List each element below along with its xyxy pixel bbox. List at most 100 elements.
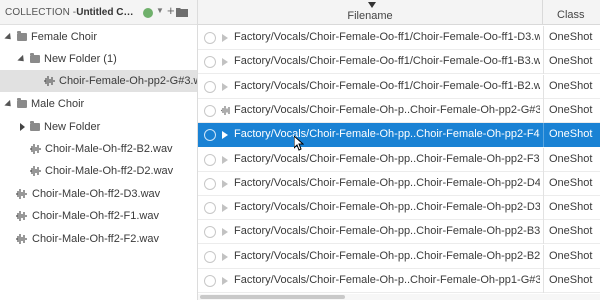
table-row[interactable]: Factory/Vocals/Choir-Female-Oh-p..Choir-…	[198, 99, 600, 123]
filename-cell: Factory/Vocals/Choir-Female-Oh-pp..Choir…	[234, 153, 540, 165]
filename-cell: Factory/Vocals/Choir-Female-Oh-p..Choir-…	[234, 104, 540, 116]
tree-file[interactable]: Choir-Male-Oh-ff2-F2.wav	[0, 228, 197, 250]
tree-folder-male-choir[interactable]: Male Choir	[0, 93, 197, 115]
row-select-radio[interactable]	[204, 251, 216, 263]
table-row[interactable]: Factory/Vocals/Choir-Female-Oo-ff1/Choir…	[198, 50, 600, 74]
class-cell: OneShot	[549, 153, 593, 165]
column-header-class[interactable]: Class	[543, 0, 600, 25]
filename-cell: Factory/Vocals/Choir-Female-Oh-p..Choir-…	[234, 274, 540, 286]
table-header: Filename Class	[198, 0, 600, 25]
tree-item-label: New Folder	[44, 121, 101, 133]
filename-cell: Factory/Vocals/Choir-Female-Oh-pp..Choir…	[234, 250, 540, 262]
column-divider	[543, 26, 544, 50]
row-select-radio[interactable]	[204, 154, 216, 166]
play-icon[interactable]	[222, 277, 228, 285]
tree-item-label: Female Choir	[31, 31, 98, 43]
filename-cell: Factory/Vocals/Choir-Female-Oh-pp..Choir…	[234, 201, 540, 213]
play-icon[interactable]	[222, 253, 228, 261]
class-cell: OneShot	[549, 250, 593, 262]
waveform-icon	[220, 105, 231, 119]
column-divider	[543, 245, 544, 269]
row-select-radio[interactable]	[204, 56, 216, 68]
new-folder-icon[interactable]	[176, 7, 188, 20]
row-select-radio[interactable]	[204, 178, 216, 190]
folder-icon	[30, 121, 40, 131]
column-header-filename[interactable]: Filename	[198, 0, 543, 25]
chevron-down-icon[interactable]: ▼	[156, 6, 164, 15]
filename-cell: Factory/Vocals/Choir-Female-Oh-pp..Choir…	[234, 177, 540, 189]
table-row[interactable]: Factory/Vocals/Choir-Female-Oh-pp..Choir…	[198, 245, 600, 269]
column-header-label: Filename	[347, 10, 393, 22]
play-icon[interactable]	[222, 228, 228, 236]
column-header-label: Class	[557, 9, 585, 21]
table-row[interactable]: Factory/Vocals/Choir-Female-Oh-pp..Choir…	[198, 172, 600, 196]
play-icon[interactable]	[222, 204, 228, 212]
play-icon[interactable]	[222, 34, 228, 42]
expand-arrow-icon[interactable]	[4, 32, 14, 42]
waveform-icon	[16, 189, 27, 202]
tree-folder-female-choir[interactable]: Female Choir	[0, 26, 197, 48]
table-row[interactable]: Factory/Vocals/Choir-Female-Oo-ff1/Choir…	[198, 75, 600, 99]
table-row[interactable]: Factory/Vocals/Choir-Female-Oh-pp..Choir…	[198, 220, 600, 244]
tree-file[interactable]: Choir-Male-Oh-ff2-F1.wav	[0, 205, 197, 227]
class-cell: OneShot	[549, 177, 593, 189]
table-row[interactable]: Factory/Vocals/Choir-Female-Oh-pp..Choir…	[198, 123, 600, 147]
expand-arrow-icon[interactable]	[4, 99, 14, 109]
tree-item-label: Choir-Female-Oh-pp2-G#3.w...	[59, 75, 198, 87]
waveform-icon	[16, 211, 27, 224]
tree-folder-new-folder[interactable]: New Folder	[0, 116, 197, 138]
collection-prefix: COLLECTION -	[5, 6, 77, 18]
scrollbar-thumb[interactable]	[200, 295, 345, 299]
waveform-icon	[30, 166, 41, 179]
filename-cell: Factory/Vocals/Choir-Female-Oh-pp..Choir…	[234, 225, 540, 237]
tree-item-label: Choir-Male-Oh-ff2-F1.wav	[32, 210, 159, 222]
row-select-radio[interactable]	[204, 202, 216, 214]
column-divider	[543, 196, 544, 220]
collection-name[interactable]: Untitled Collection	[76, 7, 138, 18]
tree-file[interactable]: Choir-Male-Oh-ff2-D3.wav	[0, 183, 197, 205]
folder-icon	[17, 31, 27, 41]
row-select-radio[interactable]	[204, 275, 216, 287]
table-row[interactable]: Factory/Vocals/Choir-Female-Oh-pp..Choir…	[198, 196, 600, 220]
tree-item-label: Choir-Male-Oh-ff2-D2.wav	[45, 165, 174, 177]
column-divider	[543, 148, 544, 172]
play-icon[interactable]	[222, 58, 228, 66]
row-select-radio[interactable]	[204, 129, 216, 141]
collection-status-dot[interactable]	[143, 8, 153, 18]
tree-item-label: New Folder (1)	[44, 53, 117, 65]
filename-cell: Factory/Vocals/Choir-Female-Oo-ff1/Choir…	[234, 55, 540, 67]
table-row[interactable]: Factory/Vocals/Choir-Female-Oh-p..Choir-…	[198, 269, 600, 293]
mouse-cursor-icon	[294, 136, 304, 151]
tree-file[interactable]: Choir-Male-Oh-ff2-B2.wav	[0, 138, 197, 160]
play-icon[interactable]	[222, 156, 228, 164]
play-icon[interactable]	[222, 180, 228, 188]
tree-item-label: Choir-Male-Oh-ff2-B2.wav	[45, 143, 173, 155]
row-select-radio[interactable]	[204, 105, 216, 117]
filename-cell: Factory/Vocals/Choir-Female-Oo-ff1/Choir…	[234, 31, 540, 43]
file-table: Filename Class Factory/Vocals/Choir-Fema…	[198, 0, 600, 300]
play-icon[interactable]	[222, 131, 228, 139]
tree-file-selected[interactable]: Choir-Female-Oh-pp2-G#3.w...	[0, 70, 198, 92]
column-divider	[543, 75, 544, 99]
expand-arrow-icon[interactable]	[17, 54, 27, 64]
tree-folder-new-folder-1[interactable]: New Folder (1)	[0, 48, 197, 70]
tree-item-label: Choir-Male-Oh-ff2-F2.wav	[32, 233, 159, 245]
add-icon[interactable]: +	[167, 4, 175, 18]
tree-item-label: Choir-Male-Oh-ff2-D3.wav	[32, 188, 161, 200]
column-divider	[543, 220, 544, 244]
class-cell: OneShot	[549, 201, 593, 213]
class-cell: OneShot	[549, 128, 593, 140]
row-select-radio[interactable]	[204, 32, 216, 44]
row-select-radio[interactable]	[204, 81, 216, 93]
row-select-radio[interactable]	[204, 226, 216, 238]
waveform-icon	[44, 76, 55, 89]
column-divider	[543, 172, 544, 196]
play-icon[interactable]	[222, 83, 228, 91]
tree-file[interactable]: Choir-Male-Oh-ff2-D2.wav	[0, 160, 197, 182]
column-divider	[543, 269, 544, 293]
collapse-arrow-icon[interactable]	[17, 122, 27, 132]
table-row[interactable]: Factory/Vocals/Choir-Female-Oh-pp..Choir…	[198, 148, 600, 172]
filename-cell: Factory/Vocals/Choir-Female-Oh-pp..Choir…	[234, 128, 540, 140]
waveform-icon	[16, 234, 27, 247]
table-row[interactable]: Factory/Vocals/Choir-Female-Oo-ff1/Choir…	[198, 26, 600, 50]
